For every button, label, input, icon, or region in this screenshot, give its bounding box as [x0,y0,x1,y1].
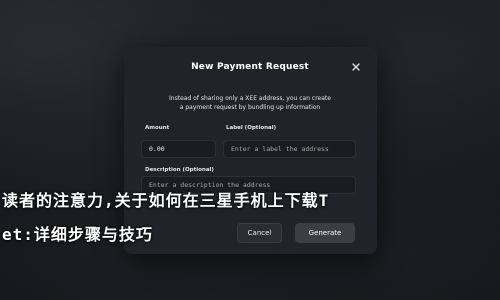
amount-label: Amount [145,125,170,131]
close-icon[interactable] [350,61,362,73]
description-label: Description (Optional) [145,167,214,173]
modal-description-line-2: a payment request by bundling up informa… [179,104,321,111]
amount-input[interactable] [141,140,216,158]
cancel-button[interactable]: Cancel [237,223,282,243]
label-input[interactable] [223,140,356,158]
overlay-caption-line-2: et:详细步骤与技巧 [2,225,153,244]
overlay-caption-line-1: 读者的注意力,关于如何在三星手机上下载T [2,191,330,210]
modal-description-line-1: Instead of sharing only a XEE address, y… [169,95,331,102]
label-field-label: Label (Optional) [226,125,277,131]
modal-title: New Payment Request [191,62,309,72]
generate-button[interactable]: Generate [295,223,355,243]
